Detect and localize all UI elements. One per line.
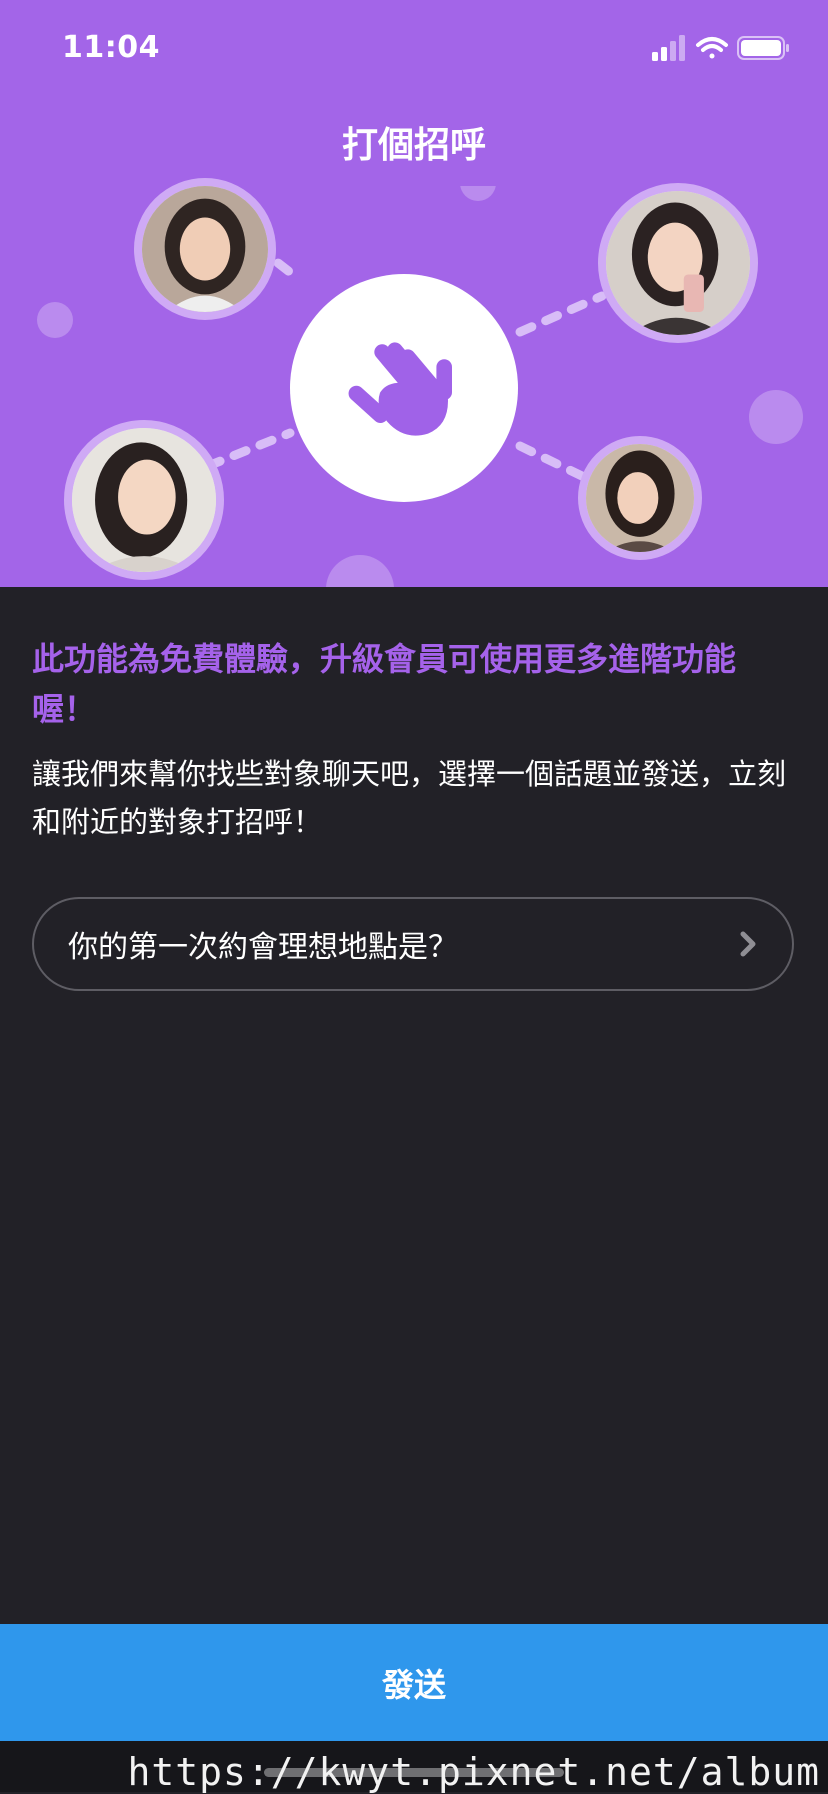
greeting-illustration xyxy=(0,178,828,587)
person-photo-icon xyxy=(586,444,694,552)
feature-description: 讓我們來幫你找些對象聊天吧，選擇一個話題並發送，立刻和附近的對象打招呼！ xyxy=(32,757,787,839)
wave-hand-badge xyxy=(290,274,518,502)
topic-selector[interactable]: 你的第一次約會理想地點是？ xyxy=(32,897,794,991)
page-title: 打個招呼 xyxy=(341,125,486,166)
status-bar: 11:04 xyxy=(0,0,828,100)
status-time: 11:04 xyxy=(62,30,160,65)
wifi-icon xyxy=(696,37,728,59)
chevron-right-icon xyxy=(738,930,758,958)
person-photo-icon xyxy=(606,191,750,335)
avatar-bottom-right xyxy=(578,436,702,560)
waving-hand-icon xyxy=(348,342,452,436)
upgrade-notice-headline: 此功能為免費體驗，升級會員可使用更多進階功能喔！ xyxy=(32,640,737,728)
avatar-top-right xyxy=(598,183,758,343)
send-button[interactable]: 發送 xyxy=(0,1624,828,1741)
avatar-bottom-left xyxy=(64,420,224,580)
battery-icon xyxy=(737,36,789,60)
topic-selector-value: 你的第一次約會理想地點是？ xyxy=(68,930,458,965)
person-photo-icon xyxy=(142,186,268,312)
person-photo-icon xyxy=(72,428,216,572)
status-icons xyxy=(652,34,792,64)
content-section: 此功能為免費體驗，升級會員可使用更多進階功能喔！ 讓我們來幫你找些對象聊天吧，選… xyxy=(32,634,792,846)
avatar-top-left xyxy=(134,178,276,320)
watermark-text: https://kwyt.pixnet.net/album xyxy=(127,1750,820,1794)
hero-banner: 11:04 打個招呼 xyxy=(0,0,828,587)
cellular-signal-icon xyxy=(652,35,685,61)
